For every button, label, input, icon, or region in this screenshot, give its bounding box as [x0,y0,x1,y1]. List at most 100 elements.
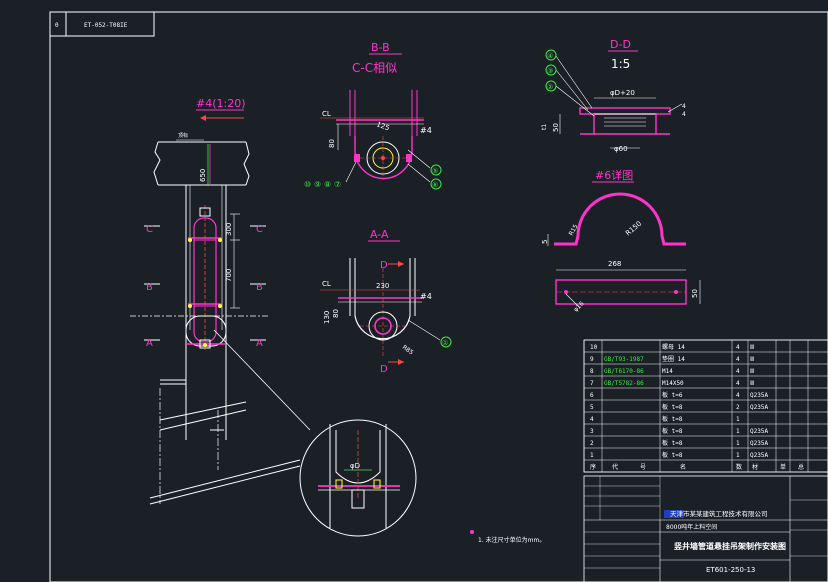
aa-letter-d-bottom: D [380,364,388,375]
section-letter-c-left: C [146,224,153,235]
table-header-cell: 代 [612,463,618,471]
aa-cl: CL [322,280,331,288]
dd-balloon-3: ③ [547,67,553,75]
bb-balloon-5: ⑤ [432,167,438,175]
cc-subtitle: C-C相似 [352,61,397,75]
view-section-bb: B-B C-C相似 CL #4 125 80 ⑤ ⑥ ⑩ ⑨ ⑧ ⑦ [304,41,442,190]
table-row-name: 板 t=8 [662,427,683,435]
table-header-cell: 总 [798,463,804,471]
section-letter-b-left: B [146,282,153,293]
table-row-name: M14X50 [662,380,684,387]
section-letter-c-right: C [256,224,263,235]
aa-title: A-A [370,228,389,241]
table-row-qty: 4 [736,344,740,351]
bb-part4: #4 [420,126,432,135]
dd-dim-50: 50 [552,123,560,132]
table-row-no: 9 [590,356,594,363]
view-section-dd: D-D 1:5 φD+20 φ60 50 t1 4 4 ④ ③ ② [541,38,686,153]
table-row-std: GB/T5782-86 [604,380,644,387]
table-row-no: 7 [590,380,594,387]
aa-balloon-1: ① [442,339,448,347]
parts-table: 10 螺母 14 4 Ⅲ 9 GB/T93-1987 垫圈 14 4 Ⅲ 8 GB/T6170-86… [583,339,828,473]
dd-small-4a: 4 [682,103,686,110]
aa-letter-d-top: D [380,260,388,271]
table-row-name: 板 t=8 [662,403,683,411]
table-row-mat: Q235A [750,452,768,459]
table-row-qty: 4 [736,368,740,375]
table-row-qty: 1 [736,440,740,447]
table-header-cell: 序 [590,463,596,471]
bb-title: B-B [371,41,390,54]
table-row-no: 2 [590,440,594,447]
bb-balloon-7: ⑦ [334,180,341,189]
title-drawing-name: 竖井墙管道悬挂吊架制作安装图 [674,541,786,551]
dd-scale: 1:5 [611,57,630,71]
table-row-name: 板 t=8 [662,451,683,459]
table-row-name: 板 t=6 [662,391,683,399]
part6-dim-268: 268 [608,260,621,268]
part6-dim-5: 5 [541,240,549,244]
section-letter-a-right: A [256,338,263,349]
table-row-no: 6 [590,392,594,399]
table-row-qty: 4 [736,380,740,387]
bb-dim-80: 80 [328,139,336,148]
table-row-name: 螺母 14 [662,343,685,351]
table-row-qty: 4 [736,356,740,363]
table-header-cell: 材 [752,463,758,471]
table-row-mat: Q235A [750,440,768,447]
frame-stamp-code: ET-052-T08IE [84,22,128,29]
table-row-qty: 1 [736,452,740,459]
table-row-mat: Q235A [750,428,768,435]
table-row-no: 4 [590,416,594,423]
detail-phi-d: φD [350,462,360,470]
table-row-mat: Q235A [750,404,768,411]
frame-stamp-index: 0 [55,22,59,29]
table-row-name: 板 t=8 [662,439,683,447]
part6-r150: R150 [624,220,643,238]
table-row-std: GB/T6170-86 [604,368,644,375]
table-row-mat: Ⅲ [750,368,754,375]
view-part6-detail: #6详图 R150 R15 5 268 φ16 50 [541,168,701,313]
table-row-mat: Ⅲ [750,344,754,351]
table-row-no: 8 [590,368,594,375]
dim-700: 700 [225,269,233,282]
table-row-name: 板 t=8 [662,415,683,423]
part6-dim-50: 50 [691,289,699,298]
table-row-name: M14 [662,368,673,375]
top-mark-label: 顶标 [178,132,188,139]
dim-650: 650 [199,169,207,182]
dim-300: 300 [225,223,233,236]
view-detail-circle: φD [299,419,417,537]
cad-drawing-canvas[interactable]: 0 ET-052-T08IE #4(1:20) 顶标 650 300 700 C… [0,0,828,582]
dd-phi-d20: φD+20 [610,89,635,97]
dd-dim-t: t1 [541,124,548,130]
table-row-no: 10 [590,344,598,351]
aa-r85: R85 [401,344,415,357]
view-section-aa: A-A D CL 230 #4 130 80 ① R85 D [320,228,452,375]
table-row-mat: Q235A [750,392,768,399]
dd-small-4b: 4 [682,111,686,118]
dd-title: D-D [610,38,631,51]
bb-balloon-10: ⑩ [304,180,311,189]
note-text: 1. 未注尺寸单位为mm。 [478,536,545,544]
section-letter-b-right: B [256,282,263,293]
table-header-cell: 号 [640,464,646,471]
table-row-mat: Ⅲ [750,380,754,387]
view-part4-elevation: #4(1:20) 顶标 650 300 700 C C B B A A [130,97,311,505]
bb-balloon-6: ⑥ [432,181,438,189]
bb-cl: CL [322,110,331,118]
table-row-no: 5 [590,404,594,411]
aa-dim-230: 230 [376,282,389,290]
section-letter-a-left: A [146,338,153,349]
table-row-qty: 2 [736,404,740,411]
title-company: 天津市某某建筑工程技术有限公司 [670,509,768,518]
table-row-qty: 1 [736,416,740,423]
drawing-svg: 0 ET-052-T08IE #4(1:20) 顶标 650 300 700 C… [49,11,828,582]
dd-balloon-2: ② [547,83,553,91]
bb-dim-125: 125 [375,120,390,132]
bb-balloon-8: ⑧ [324,180,331,189]
drawing-frame [49,11,828,582]
title-block: 天津市某某建筑工程技术有限公司 8000吨年上料空间 竖井墙管道悬挂吊架制作安装… [583,475,828,582]
part4-title: #4(1:20) [196,97,246,110]
table-header-cell: 单 [780,463,786,471]
